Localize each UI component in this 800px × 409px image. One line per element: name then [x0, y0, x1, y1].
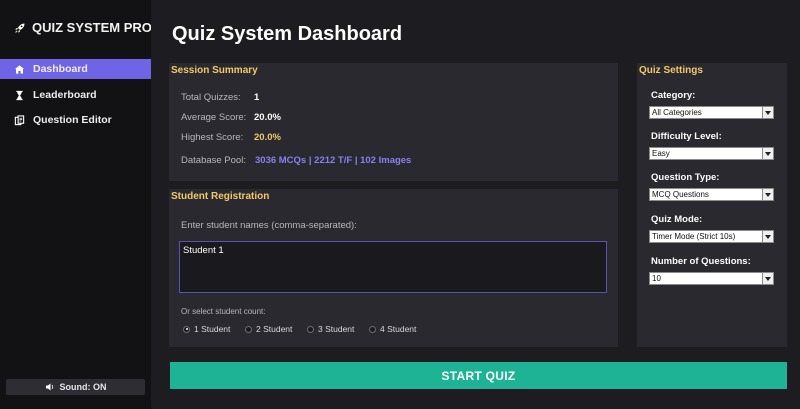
sidebar-item-label: Dashboard	[33, 63, 88, 75]
radio-label: 2 Student	[256, 324, 293, 334]
hourglass-icon	[16, 90, 23, 100]
quiz-settings-panel: Quiz Settings Category: All Categories D…	[637, 63, 787, 347]
radio-3-student[interactable]: 3 Student	[307, 324, 354, 334]
summary-database-pool: Database Pool: 3036 MCQs | 2212 T/F | 10…	[181, 155, 411, 166]
sidebar-item-leaderboard[interactable]: Leaderboard	[0, 85, 151, 105]
chevron-down-icon[interactable]	[762, 273, 773, 284]
select-value: Easy	[652, 149, 670, 158]
radio-dot[interactable]	[369, 325, 376, 333]
difficulty-select[interactable]: Easy	[649, 147, 774, 160]
summary-value: 20.0%	[254, 112, 281, 123]
sound-toggle-button[interactable]: Sound: ON	[6, 379, 145, 395]
select-value: All Categories	[652, 108, 702, 117]
student-count-label: Or select student count:	[181, 307, 266, 316]
radio-label: 4 Student	[380, 324, 417, 334]
select-value: Timer Mode (Strict 10s)	[652, 232, 736, 241]
quiz-settings-title: Quiz Settings	[639, 65, 703, 76]
chevron-down-icon[interactable]	[762, 189, 773, 200]
copy-icon	[14, 114, 25, 125]
summary-label: Database Pool:	[181, 155, 246, 166]
question-type-select[interactable]: MCQ Questions	[649, 188, 774, 201]
student-names-input[interactable]: Student 1	[179, 241, 607, 293]
start-quiz-button[interactable]: START QUIZ	[170, 362, 787, 389]
summary-label: Highest Score:	[181, 132, 244, 143]
radio-2-student[interactable]: 2 Student	[245, 324, 292, 334]
chevron-down-icon[interactable]	[762, 148, 773, 159]
summary-total-quizzes: Total Quizzes: 1	[181, 92, 259, 103]
brand-title: QUIZ SYSTEM PRO	[32, 20, 152, 35]
summary-average-score: Average Score: 20.0%	[181, 112, 281, 123]
radio-dot[interactable]	[307, 325, 314, 333]
sidebar-item-question-editor[interactable]: Question Editor	[0, 110, 151, 130]
question-type-label: Question Type:	[651, 172, 720, 183]
home-icon	[14, 64, 25, 74]
num-questions-label: Number of Questions:	[651, 256, 751, 267]
summary-label: Total Quizzes:	[181, 92, 241, 103]
sidebar-item-label: Leaderboard	[33, 89, 97, 101]
radio-label: 1 Student	[194, 324, 231, 334]
chevron-down-icon[interactable]	[762, 231, 773, 242]
session-summary-title: Session Summary	[171, 65, 258, 76]
quiz-mode-label: Quiz Mode:	[651, 214, 703, 225]
radio-dot[interactable]	[183, 325, 190, 333]
select-value: 10	[652, 274, 661, 283]
difficulty-label: Difficulty Level:	[651, 131, 722, 142]
summary-value: 3036 MCQs | 2212 T/F | 102 Images	[255, 155, 412, 166]
sidebar: QUIZ SYSTEM PRO Dashboard Leaderboard Qu…	[0, 0, 152, 409]
page-title: Quiz System Dashboard	[172, 23, 403, 45]
sound-label: Sound: ON	[59, 382, 107, 392]
num-questions-select[interactable]: 10	[649, 272, 774, 285]
student-registration-panel: Student Registration Enter student names…	[169, 189, 618, 347]
select-value: MCQ Questions	[652, 190, 709, 199]
radio-4-student[interactable]: 4 Student	[369, 324, 416, 334]
student-registration-title: Student Registration	[171, 191, 270, 202]
category-label: Category:	[651, 90, 696, 101]
sidebar-item-label: Question Editor	[33, 114, 112, 126]
radio-1-student[interactable]: 1 Student	[183, 324, 230, 334]
sidebar-item-dashboard[interactable]: Dashboard	[0, 59, 151, 79]
summary-value: 20.0%	[254, 132, 281, 143]
radio-label: 3 Student	[318, 324, 355, 334]
summary-value: 1	[254, 92, 260, 103]
summary-label: Average Score:	[181, 112, 247, 123]
student-names-label: Enter student names (comma-separated):	[181, 220, 357, 231]
quiz-mode-select[interactable]: Timer Mode (Strict 10s)	[649, 230, 774, 243]
rocket-icon	[15, 23, 25, 33]
summary-highest-score: Highest Score: 20.0%	[181, 132, 281, 143]
session-summary-panel: Session Summary Total Quizzes: 1 Average…	[169, 63, 618, 181]
radio-dot[interactable]	[245, 325, 252, 333]
chevron-down-icon[interactable]	[762, 107, 773, 118]
main-content: Quiz System Dashboard Session Summary To…	[151, 0, 800, 409]
brand: QUIZ SYSTEM PRO	[14, 20, 152, 35]
speaker-icon	[45, 383, 53, 391]
category-select[interactable]: All Categories	[649, 106, 774, 119]
